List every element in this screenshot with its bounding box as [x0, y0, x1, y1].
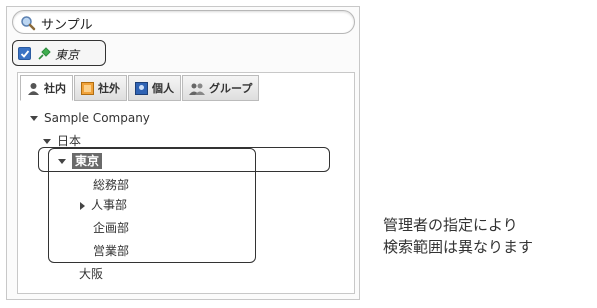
tab-personal[interactable]: 個人 [128, 75, 181, 101]
pinned-scope-label: 東京 [55, 48, 80, 62]
tab-label: 個人 [152, 82, 174, 95]
person-icon [27, 82, 40, 95]
pinned-scope-item[interactable]: 東京 [12, 40, 106, 66]
expand-arrow-icon[interactable] [30, 116, 38, 121]
tree-node-label: 日本 [57, 134, 82, 148]
expand-arrow-icon[interactable] [43, 139, 51, 144]
tree-node-company[interactable]: Sample Company [30, 111, 150, 125]
contact-card-icon [135, 81, 148, 95]
search-icon [20, 15, 36, 31]
tab-group[interactable]: グループ [182, 75, 260, 101]
search-field[interactable]: サンプル [12, 10, 355, 34]
building-icon [81, 81, 94, 95]
tab-label: グループ [209, 82, 253, 95]
tree-node-osaka[interactable]: 大阪 [79, 265, 103, 282]
tree-node-label: 大阪 [79, 267, 104, 281]
pin-icon [37, 46, 51, 60]
tab-label: 社内 [44, 82, 66, 95]
tree-node-label: Sample Company [44, 111, 150, 125]
tab-internal[interactable]: 社内 [20, 75, 73, 101]
note-line-1: 管理者の指定により [383, 216, 518, 234]
scope-checkbox[interactable] [18, 47, 31, 60]
note-line-2: 検索範囲は異なります [383, 238, 534, 256]
group-icon [189, 82, 205, 95]
tab-label: 社外 [98, 82, 120, 95]
tab-external[interactable]: 社外 [74, 75, 127, 101]
highlight-outline-scope [48, 148, 256, 263]
search-input[interactable]: サンプル [41, 14, 93, 33]
tab-bar: 社内 社外 個人 グループ [20, 75, 260, 101]
